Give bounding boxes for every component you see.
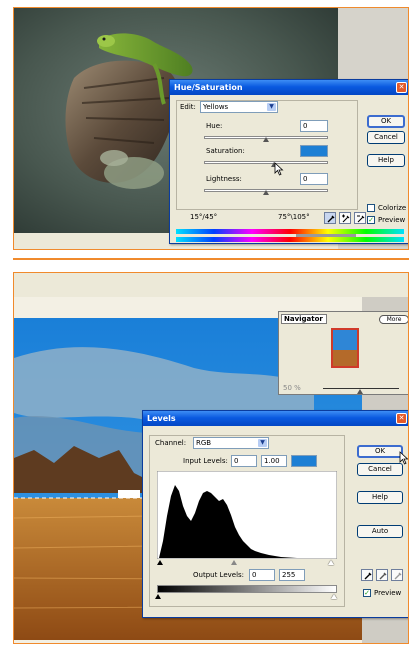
- separator-line: [13, 258, 409, 260]
- eyedropper-plus-icon[interactable]: [376, 569, 388, 581]
- range-bar[interactable]: [296, 234, 356, 237]
- help-button[interactable]: Help: [367, 154, 405, 167]
- channel-select-value: RGB: [196, 439, 212, 447]
- histogram: [157, 471, 337, 559]
- help-button[interactable]: Help: [357, 491, 403, 504]
- channel-label: Channel:: [155, 439, 187, 447]
- lightness-slider-handle[interactable]: [263, 190, 269, 195]
- input-levels-label: Input Levels:: [183, 457, 228, 465]
- scroll-arrow-icon[interactable]: [90, 249, 94, 250]
- eyedropper-minus-icon[interactable]: [391, 569, 403, 581]
- dropdown-arrow-icon: ▼: [267, 103, 276, 111]
- eyedropper-minus-icon[interactable]: [354, 212, 366, 224]
- hue-input[interactable]: 0: [300, 120, 328, 132]
- dropdown-arrow-icon: ▼: [258, 439, 267, 447]
- range-right-readout: 75°\105°: [278, 213, 310, 221]
- output-white-field[interactable]: 255: [279, 569, 305, 581]
- range-left-readout: 15°/45°: [190, 213, 218, 221]
- close-icon[interactable]: ✕: [396, 413, 407, 424]
- colorize-checkbox[interactable]: [367, 204, 375, 212]
- eyedropper-icon[interactable]: [324, 212, 336, 224]
- saturation-label: Saturation:: [206, 147, 245, 155]
- top-screenshot-panel: Hue/Saturation ✕ Edit: Yellows ▼ Hue: 0 …: [13, 7, 409, 250]
- slider-triangle-icon[interactable]: [357, 389, 363, 394]
- saturation-input[interactable]: [300, 145, 328, 157]
- bottom-screenshot-panel: Navigator More 50 % Levels ✕ Channel: RG…: [13, 272, 409, 644]
- navigator-palette: Navigator More 50 %: [278, 311, 408, 395]
- close-icon[interactable]: ✕: [396, 82, 407, 93]
- colorize-label: Colorize: [378, 204, 407, 212]
- preview-label: Preview: [378, 216, 406, 224]
- output-black-slider-handle[interactable]: [155, 594, 161, 599]
- levels-title: Levels: [143, 411, 408, 426]
- lightness-input[interactable]: 0: [300, 173, 328, 185]
- eyedropper-icon[interactable]: [361, 569, 373, 581]
- input-gamma-slider-handle[interactable]: [231, 560, 237, 565]
- navigator-tab[interactable]: Navigator: [281, 314, 327, 324]
- ok-button[interactable]: OK: [357, 445, 403, 458]
- saturation-slider[interactable]: [204, 161, 328, 164]
- input-black-field[interactable]: 0: [231, 455, 257, 467]
- ok-button[interactable]: OK: [367, 115, 405, 128]
- levels-dialog: Levels ✕ Channel: RGB ▼ Input Levels: 0 …: [142, 410, 408, 618]
- eyedropper-plus-icon[interactable]: [339, 212, 351, 224]
- dialog-title: Hue/Saturation: [170, 80, 408, 95]
- preview-label: Preview: [374, 589, 402, 597]
- cancel-button[interactable]: Cancel: [367, 131, 405, 144]
- preview-checkbox[interactable]: ✓: [363, 589, 371, 597]
- navigator-preview[interactable]: [331, 328, 359, 368]
- hue-label: Hue:: [206, 122, 223, 130]
- edit-select[interactable]: Yellows ▼: [200, 101, 278, 113]
- navigator-more-button[interactable]: More: [379, 315, 408, 324]
- output-gradient-bar: [157, 585, 337, 593]
- preview-checkbox[interactable]: ✓: [367, 216, 375, 224]
- spectrum-bar-bottom: [176, 237, 404, 242]
- lightness-label: Lightness:: [206, 175, 242, 183]
- canvas-top-bar: [14, 273, 408, 297]
- output-white-slider-handle[interactable]: [331, 594, 337, 599]
- edit-select-value: Yellows: [203, 103, 229, 111]
- input-black-slider-handle[interactable]: [157, 560, 163, 565]
- output-black-field[interactable]: 0: [249, 569, 275, 581]
- channel-select[interactable]: RGB ▼: [193, 437, 269, 449]
- edit-label: Edit:: [180, 103, 196, 111]
- cancel-button[interactable]: Cancel: [357, 463, 403, 476]
- input-white-slider-handle[interactable]: [328, 560, 334, 565]
- navigator-title: Navigator: [284, 315, 323, 323]
- hue-saturation-dialog: Hue/Saturation ✕ Edit: Yellows ▼ Hue: 0 …: [169, 79, 408, 244]
- input-white-field[interactable]: [291, 455, 317, 467]
- input-gamma-field[interactable]: 1.00: [261, 455, 287, 467]
- navigator-zoom-value: 50 %: [283, 384, 301, 392]
- spectrum-bar-top: [176, 229, 404, 234]
- hue-slider-handle[interactable]: [263, 137, 269, 142]
- cursor-arrow-icon: [274, 162, 284, 176]
- output-levels-label: Output Levels:: [193, 571, 245, 579]
- auto-button[interactable]: Auto: [357, 525, 403, 538]
